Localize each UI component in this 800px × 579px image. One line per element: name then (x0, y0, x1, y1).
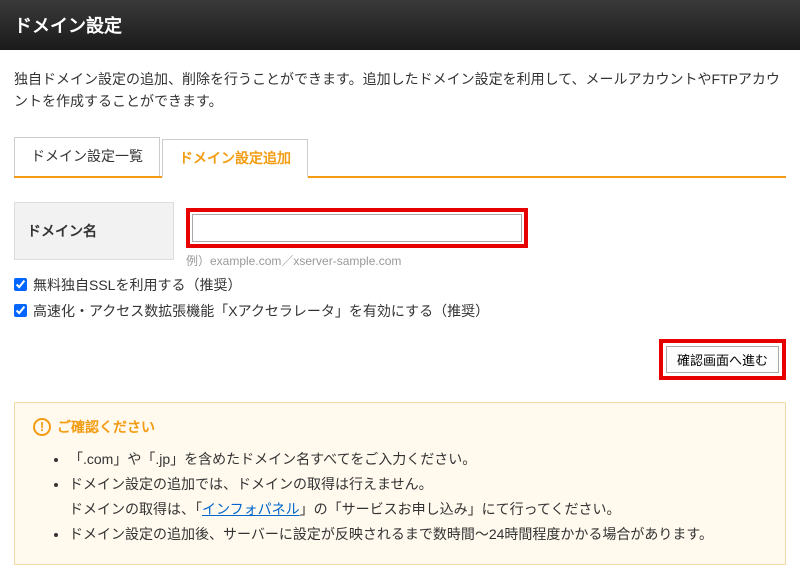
list-item: 「.com」や「.jp」を含めたドメイン名すべてをご入力ください。 (69, 447, 767, 472)
notice-list: 「.com」や「.jp」を含めたドメイン名すべてをご入力ください。 ドメイン設定… (33, 447, 767, 548)
confirm-button[interactable]: 確認画面へ進む (666, 346, 779, 373)
notice-box: ! ご確認ください 「.com」や「.jp」を含めたドメイン名すべてをご入力くだ… (14, 402, 786, 565)
tab-domain-list[interactable]: ドメイン設定一覧 (14, 137, 160, 176)
page-title: ドメイン設定 (14, 16, 122, 36)
domain-form-row: ドメイン名 例）example.com／xserver-sample.com (14, 202, 786, 269)
confirm-button-label: 確認画面へ進む (677, 353, 768, 368)
page-description: 独自ドメイン設定の追加、削除を行うことができます。追加したドメイン設定を利用して… (0, 50, 800, 127)
ssl-label: 無料独自SSLを利用する（推奨） (33, 275, 241, 295)
notice-subtext: ドメインの取得は、「インフォパネル」の「サービスお申し込み」にて行ってください。 (69, 497, 767, 522)
page-header: ドメイン設定 (0, 0, 800, 50)
domain-input-cell: 例）example.com／xserver-sample.com (174, 202, 786, 269)
xaccel-checkbox-row: 高速化・アクセス数拡張機能「Xアクセラレータ」を有効にする（推奨） (14, 301, 786, 321)
list-item: ドメイン設定の追加後、サーバーに設定が反映されるまで数時間～24時間程度かかる場… (69, 522, 767, 547)
tab-domain-add[interactable]: ドメイン設定追加 (162, 139, 308, 178)
notice-text: 「.com」や「.jp」を含めたドメイン名すべてをご入力ください。 (69, 451, 476, 467)
notice-text: ドメイン設定の追加では、ドメインの取得は行えません。 (69, 476, 433, 492)
ssl-checkbox[interactable] (14, 278, 27, 291)
submit-row: 確認画面へ進む (14, 339, 786, 380)
domain-example-text: 例）example.com／xserver-sample.com (186, 252, 786, 269)
ssl-checkbox-row: 無料独自SSLを利用する（推奨） (14, 275, 786, 295)
list-item: ドメイン設定の追加では、ドメインの取得は行えません。 ドメインの取得は、「インフ… (69, 472, 767, 522)
notice-text: ドメイン設定の追加後、サーバーに設定が反映されるまで数時間～24時間程度かかる場… (69, 526, 713, 542)
domain-label: ドメイン名 (14, 202, 174, 260)
xaccel-label: 高速化・アクセス数拡張機能「Xアクセラレータ」を有効にする（推奨） (33, 301, 489, 321)
notice-title-row: ! ご確認ください (33, 417, 767, 437)
domain-input[interactable] (192, 214, 522, 242)
submit-highlight-box: 確認画面へ進む (659, 339, 786, 380)
warning-icon: ! (33, 418, 51, 436)
notice-title: ご確認ください (57, 417, 155, 437)
tabs: ドメイン設定一覧 ドメイン設定追加 (14, 137, 786, 178)
xaccel-checkbox[interactable] (14, 304, 27, 317)
tab-label: ドメイン設定一覧 (31, 148, 143, 164)
tab-label: ドメイン設定追加 (179, 150, 291, 166)
input-highlight-box (186, 208, 528, 248)
infopanel-link[interactable]: インフォパネル (202, 501, 300, 517)
